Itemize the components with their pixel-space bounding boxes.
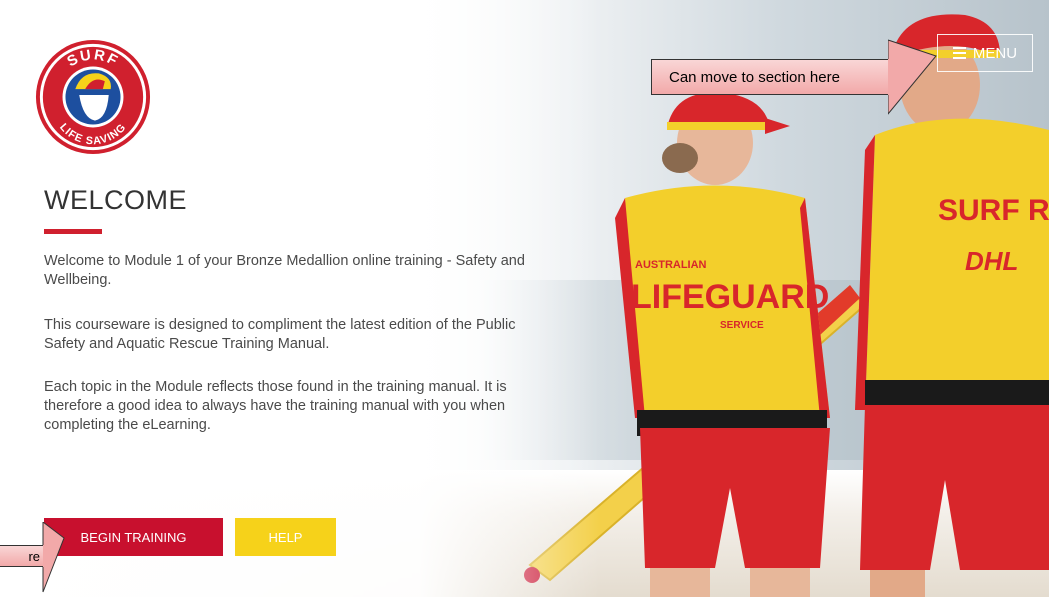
menu-label: MENU (972, 44, 1018, 62)
intro-paragraph-3: Each topic in the Module reflects those … (44, 379, 507, 433)
hamburger-icon (952, 47, 966, 59)
shirt-text-line2: LIFEGUARD (631, 278, 829, 316)
intro-paragraph-1: Welcome to Module 1 of your Bronze Medal… (44, 253, 525, 288)
callout-arrow-icon (888, 39, 937, 115)
menu-annotation-text: Can move to section here (669, 68, 840, 86)
help-button[interactable]: HELP (235, 518, 336, 556)
title-underline (44, 229, 102, 234)
menu-annotation-callout: Can move to section here (651, 59, 890, 95)
intro-paragraph-2: This courseware is designed to complimen… (44, 317, 516, 352)
begin-annotation-callout: re (0, 545, 44, 567)
begin-annotation-text: re (28, 548, 40, 564)
lifeguard-right-image: SURF RESCU DHL (855, 14, 1049, 597)
begin-training-button[interactable]: BEGIN TRAINING (44, 518, 223, 556)
surf-life-saving-logo: SURF LIFE SAVING (35, 39, 151, 155)
shirt-text-line1: AUSTRALIAN (635, 259, 707, 271)
shirt-sponsor: DHL (965, 246, 1018, 276)
lifeguard-left-image: AUSTRALIAN LIFEGUARD SERVICE (615, 92, 830, 597)
menu-button[interactable]: MENU (937, 34, 1033, 72)
callout-arrow-icon-2 (42, 522, 65, 593)
shirt-text-line3: SERVICE (720, 320, 764, 331)
shirt-surf-rescue: SURF RESCU (938, 194, 1049, 227)
page-title: WELCOME (44, 185, 188, 215)
